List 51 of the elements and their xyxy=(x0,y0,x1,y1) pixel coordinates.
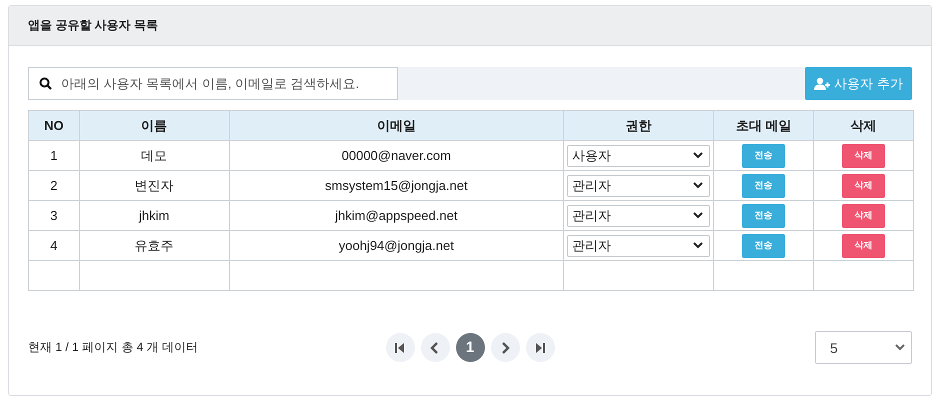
send-button[interactable]: 전송 xyxy=(742,174,786,198)
caret-icon xyxy=(692,242,703,249)
table-cell: 1 xyxy=(28,140,80,170)
last-page-button[interactable] xyxy=(526,333,554,362)
caret-icon xyxy=(692,182,703,189)
caret-icon xyxy=(692,212,703,219)
column-header: 삭제 xyxy=(814,110,914,140)
table-cell: 00000@naver.com xyxy=(229,140,564,170)
search-icon xyxy=(39,77,52,90)
role-select[interactable]: 관리자 xyxy=(566,204,710,226)
table-cell: 변진자 xyxy=(79,170,230,200)
column-header: 이메일 xyxy=(229,110,564,140)
table-cell: 데모 xyxy=(79,140,230,170)
column-header: 이름 xyxy=(79,110,230,140)
table-cell: 2 xyxy=(28,170,80,200)
delete-button[interactable]: 삭제 xyxy=(842,234,886,258)
column-header: 권한 xyxy=(563,110,714,140)
table-cell: 3 xyxy=(28,200,80,230)
delete-button[interactable]: 삭제 xyxy=(842,174,886,198)
add-user-icon xyxy=(814,77,830,90)
page-button[interactable]: 1 xyxy=(456,333,484,362)
role-select[interactable]: 관리자 xyxy=(566,174,710,196)
column-header: NO xyxy=(28,110,80,140)
table-cell: 4 xyxy=(28,230,80,260)
caret-icon xyxy=(895,344,905,351)
next-page-icon xyxy=(499,342,511,354)
send-button[interactable]: 전송 xyxy=(742,144,786,168)
delete-button[interactable]: 삭제 xyxy=(842,204,886,228)
table-cell: smsystem15@jongja.net xyxy=(229,170,564,200)
column-header: 초대 메일 xyxy=(713,110,814,140)
caret-icon xyxy=(692,152,703,159)
first-page-button[interactable] xyxy=(386,333,414,362)
table-cell: jhkim@appspeed.net xyxy=(229,200,564,230)
table-cell: jhkim xyxy=(79,200,230,230)
search-field[interactable]: 아래의 사용자 목록에서 이름, 이메일로 검색하세요. xyxy=(28,67,398,100)
table-cell: yoohj94@jongja.net xyxy=(229,230,564,260)
first-page-icon xyxy=(394,342,406,354)
add-user-button[interactable]: 사용자 추가 xyxy=(805,67,912,100)
table-cell: 유효주 xyxy=(79,230,230,260)
previous-page-icon xyxy=(429,342,441,354)
last-page-icon xyxy=(534,342,546,354)
role-select[interactable]: 사용자 xyxy=(566,144,710,166)
send-button[interactable]: 전송 xyxy=(742,234,786,258)
next-page-button[interactable] xyxy=(490,333,520,362)
role-select[interactable]: 관리자 xyxy=(566,234,710,256)
page-size-select[interactable]: 5 xyxy=(815,331,912,364)
page-status: 현재 1 / 1 페이지 총 4 개 데이터 xyxy=(28,339,200,356)
send-button[interactable]: 전송 xyxy=(742,204,786,228)
panel-title: 앱을 공유할 사용자 목록 xyxy=(28,17,158,34)
delete-button[interactable]: 삭제 xyxy=(842,144,886,168)
previous-page-button[interactable] xyxy=(420,333,450,362)
